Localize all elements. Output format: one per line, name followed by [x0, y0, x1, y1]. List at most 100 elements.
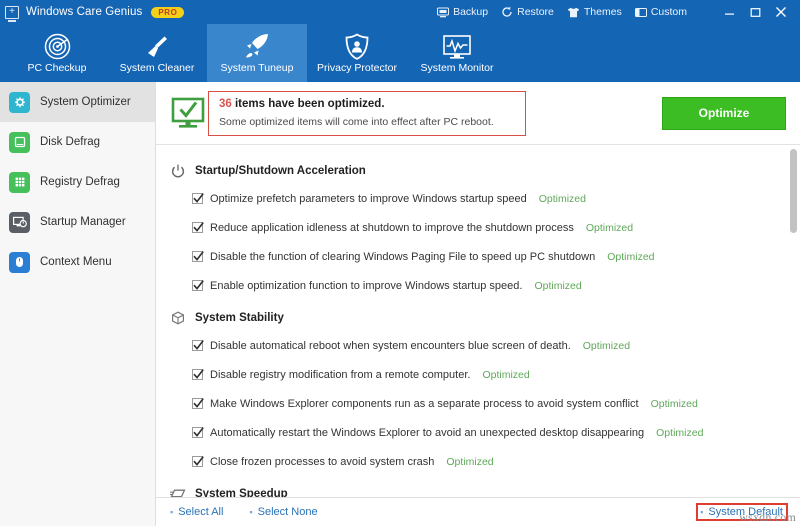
system-default-link[interactable]: ▪ System Default — [700, 506, 783, 518]
sidebar-item-registry-defrag[interactable]: Registry Defrag — [0, 162, 155, 202]
optimization-list: Startup/Shutdown Acceleration Optimize pr… — [156, 144, 800, 497]
item-label: Disable automatical reboot when system e… — [210, 339, 571, 352]
content-panel: 36 items have been optimized. Some optim… — [156, 82, 800, 526]
power-icon — [170, 163, 186, 179]
bullet-icon: ▪ — [249, 506, 253, 517]
tab-system-tuneup-label: System Tuneup — [220, 61, 294, 74]
startup-monitor-icon — [9, 211, 30, 233]
sidebar-item-context-menu[interactable]: Context Menu — [0, 242, 155, 282]
section-title: System Stability — [195, 311, 284, 324]
tab-system-monitor-label: System Monitor — [420, 61, 494, 74]
themes-button[interactable]: Themes — [567, 6, 622, 18]
optimization-item[interactable]: Enable optimization function to improve … — [170, 271, 776, 300]
item-checkbox[interactable] — [192, 398, 204, 409]
optimize-button[interactable]: Optimize — [662, 96, 786, 130]
item-status: Optimized — [585, 221, 634, 234]
optimization-item[interactable]: Reduce application idleness at shutdown … — [170, 213, 776, 242]
minimize-button[interactable] — [716, 2, 742, 22]
system-default-label: System Default — [708, 506, 783, 518]
item-checkbox[interactable] — [192, 340, 204, 351]
optimization-item[interactable]: Disable automatical reboot when system e… — [170, 331, 776, 360]
list-footer: ▪ Select All ▪ Select None ▪ System Defa… — [156, 497, 800, 526]
banner-headline-rest: items have been optimized. — [231, 97, 385, 110]
status-banner: 36 items have been optimized. Some optim… — [156, 82, 800, 144]
banner-headline: 36 items have been optimized. — [219, 98, 515, 110]
tab-privacy-protector-label: Privacy Protector — [317, 61, 397, 74]
list-scrollbar[interactable] — [790, 149, 797, 493]
restore-button[interactable]: Restore — [501, 6, 554, 18]
item-checkbox[interactable] — [192, 427, 204, 438]
tab-privacy-protector[interactable]: Privacy Protector — [307, 24, 407, 82]
optimization-item[interactable]: Disable registry modification from a rem… — [170, 360, 776, 389]
section-header: System Speedup — [170, 480, 776, 497]
select-none-link[interactable]: ▪ Select None — [249, 506, 317, 518]
section-header: System Stability — [170, 304, 776, 331]
backup-button[interactable]: Backup — [437, 6, 488, 18]
sidebar-item-disk-defrag-label: Disk Defrag — [40, 136, 101, 148]
banner-message-box: 36 items have been optimized. Some optim… — [208, 90, 526, 136]
item-checkbox[interactable] — [192, 251, 204, 262]
restore-icon — [501, 6, 513, 18]
application-window: Windows Care Genius PRO Backup Restore — [0, 0, 800, 526]
app-logo-icon — [5, 5, 19, 19]
tab-system-tuneup[interactable]: System Tuneup — [207, 24, 307, 82]
item-status: Optimized — [650, 397, 698, 410]
item-checkbox[interactable] — [192, 369, 204, 380]
sidebar-item-startup-manager-label: Startup Manager — [40, 216, 126, 228]
window-controls — [716, 2, 794, 22]
item-status: Optimized — [538, 192, 586, 205]
section-title: System Speedup — [195, 487, 288, 498]
sidebar-item-system-optimizer[interactable]: System Optimizer — [0, 82, 155, 122]
bullet-icon: ▪ — [170, 506, 174, 517]
item-label: Disable the function of clearing Windows… — [210, 250, 596, 263]
sidebar-item-registry-defrag-label: Registry Defrag — [40, 176, 120, 188]
item-checkbox[interactable] — [192, 280, 204, 291]
gear-wrench-icon — [9, 91, 30, 113]
optimization-item[interactable]: Make Windows Explorer components run as … — [170, 389, 776, 418]
rocket-icon — [243, 32, 271, 60]
optimization-item[interactable]: Automatically restart the Windows Explor… — [170, 418, 776, 447]
monitor-check-icon — [168, 97, 208, 130]
optimization-item[interactable]: Optimize prefetch parameters to improve … — [170, 184, 776, 213]
tab-system-cleaner[interactable]: System Cleaner — [107, 24, 207, 82]
section-title: Startup/Shutdown Acceleration — [195, 164, 366, 177]
custom-button[interactable]: Custom — [634, 6, 687, 18]
item-label: Enable optimization function to improve … — [210, 279, 523, 292]
optimization-item[interactable]: Disable the function of clearing Windows… — [170, 242, 776, 271]
item-status: Optimized — [534, 279, 582, 292]
item-status: Optimized — [482, 368, 530, 381]
sidebar-item-startup-manager[interactable]: Startup Manager — [0, 202, 155, 242]
tab-pc-checkup[interactable]: PC Checkup — [7, 24, 107, 82]
app-title: Windows Care Genius — [26, 6, 143, 18]
select-all-label: Select All — [178, 506, 224, 518]
item-checkbox[interactable] — [192, 456, 204, 467]
sidebar: System Optimizer Disk Defrag Registry De… — [0, 82, 156, 526]
backup-label: Backup — [453, 6, 489, 18]
item-status: Optimized — [446, 455, 494, 468]
item-status: Optimized — [656, 426, 704, 439]
item-checkbox[interactable] — [192, 222, 204, 233]
close-button[interactable] — [768, 2, 794, 22]
item-checkbox[interactable] — [192, 193, 204, 204]
backup-icon — [437, 7, 450, 18]
item-label: Close frozen processes to avoid system c… — [210, 455, 435, 468]
tab-system-cleaner-label: System Cleaner — [119, 61, 195, 74]
sidebar-item-system-optimizer-label: System Optimizer — [40, 96, 131, 108]
registry-grid-icon — [9, 171, 30, 193]
scrollbar-thumb[interactable] — [790, 149, 797, 233]
item-label: Optimize prefetch parameters to improve … — [210, 192, 527, 205]
optimization-item[interactable]: Close frozen processes to avoid system c… — [170, 447, 776, 476]
themes-label: Themes — [583, 6, 622, 18]
section-header: Startup/Shutdown Acceleration — [170, 157, 776, 184]
system-default-annotation: ▪ System Default — [696, 503, 788, 521]
bullet-icon: ▪ — [700, 506, 704, 517]
sidebar-item-disk-defrag[interactable]: Disk Defrag — [0, 122, 155, 162]
radar-icon — [44, 32, 71, 60]
tab-system-monitor[interactable]: System Monitor — [407, 24, 507, 82]
themes-icon — [567, 7, 580, 18]
item-label: Reduce application idleness at shutdown … — [210, 221, 574, 234]
item-label: Disable registry modification from a rem… — [210, 368, 471, 381]
select-all-link[interactable]: ▪ Select All — [170, 506, 223, 518]
banner-subtext: Some optimized items will come into effe… — [219, 115, 494, 128]
maximize-button[interactable] — [742, 2, 768, 22]
